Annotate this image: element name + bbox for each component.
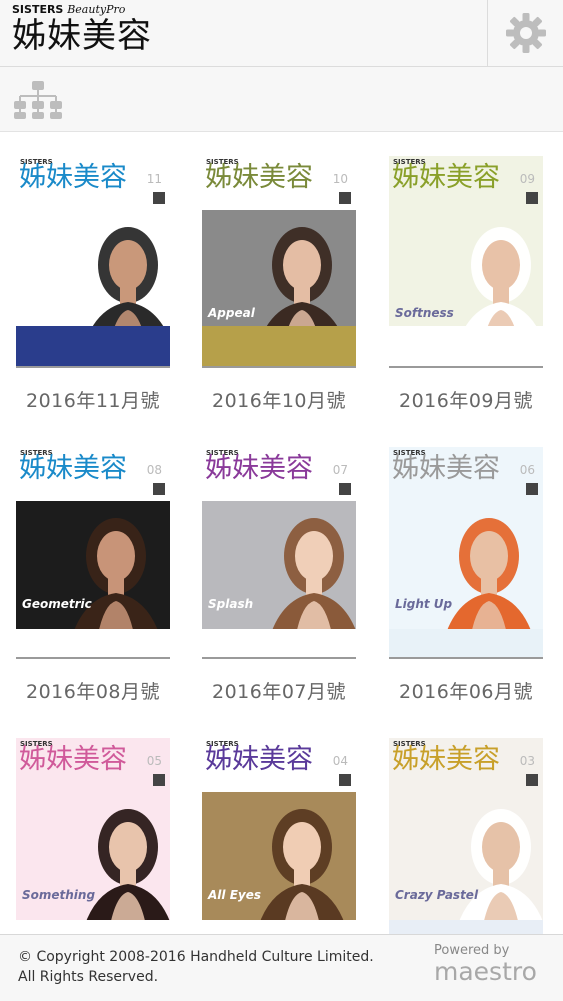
cover-issue-number: 10 — [332, 172, 348, 186]
issue-item[interactable]: SISTERS 姊妹美容 05 Something — [14, 738, 172, 934]
cover-issue-number: 05 — [146, 754, 162, 768]
cover-brand: 姊妹美容 — [205, 453, 313, 484]
cover-issue-number: 03 — [519, 754, 535, 768]
issue-item[interactable]: SISTERS 姊妹美容 08 Geometric 2016年08月號 — [14, 447, 172, 704]
qr-code-icon — [339, 192, 351, 204]
qr-code-icon — [153, 192, 165, 204]
issue-item[interactable]: SISTERS 姊妹美容 07 Splash 2016年07月號 — [200, 447, 358, 704]
app-footer: © Copyright 2008-2016 Handheld Culture L… — [0, 934, 563, 1001]
issue-item[interactable]: SISTERS 姊妹美容 10 Appeal 2016年10月號 — [200, 156, 358, 413]
cover-ad-strip — [16, 326, 170, 366]
cover-masthead: SISTERS 姊妹美容 11 — [16, 156, 170, 210]
issue-item[interactable]: SISTERS 姊妹美容 11 Reboot 2016年11月號 — [14, 156, 172, 413]
cover-ad-strip — [389, 920, 543, 934]
cover-brand: 姊妹美容 — [392, 744, 500, 775]
issue-label[interactable]: 2016年08月號 — [14, 677, 172, 704]
magazine-cover[interactable]: SISTERS 姊妹美容 11 Reboot — [16, 156, 170, 366]
cover-headline: Splash — [208, 597, 254, 611]
cover-masthead: SISTERS 姊妹美容 07 — [202, 447, 356, 501]
magazine-cover[interactable]: SISTERS 姊妹美容 07 Splash — [202, 447, 356, 657]
cover-issue-number: 04 — [332, 754, 348, 768]
copyright-line-2: All Rights Reserved. — [18, 969, 159, 985]
magazine-cover[interactable]: SISTERS 姊妹美容 04 All Eyes — [202, 738, 356, 934]
issue-label[interactable]: 2016年06月號 — [387, 677, 545, 704]
cover-ad-strip — [389, 629, 543, 657]
cover-headline: Appeal — [208, 306, 255, 320]
issue-item[interactable]: SISTERS 姊妹美容 09 Softness 2016年09月號 — [387, 156, 545, 413]
maestro-logo: maestro — [434, 957, 537, 986]
qr-code-icon — [339, 483, 351, 495]
cover-masthead: SISTERS 姊妹美容 05 — [16, 738, 170, 792]
qr-code-icon — [526, 192, 538, 204]
cover-masthead: SISTERS 姊妹美容 06 — [389, 447, 543, 501]
cover-model — [441, 792, 543, 934]
cover-brand: 姊妹美容 — [19, 744, 127, 775]
cover-brand: 姊妹美容 — [205, 162, 313, 193]
cover-masthead: SISTERS 姊妹美容 04 — [202, 738, 356, 792]
cover-masthead: SISTERS 姊妹美容 10 — [202, 156, 356, 210]
cover-brand: 姊妹美容 — [205, 744, 313, 775]
cover-issue-number: 11 — [146, 172, 162, 186]
cover-ad-strip — [202, 326, 356, 366]
qr-code-icon — [153, 483, 165, 495]
cover-brand: 姊妹美容 — [392, 162, 500, 193]
settings-button[interactable] — [487, 0, 563, 66]
qr-code-icon — [339, 774, 351, 786]
cover-masthead: SISTERS 姊妹美容 08 — [16, 447, 170, 501]
cover-headline: Softness — [395, 306, 454, 320]
magazine-cover[interactable]: SISTERS 姊妹美容 06 Light Up — [389, 447, 543, 657]
cover-masthead: SISTERS 姊妹美容 09 — [389, 156, 543, 210]
logo-english: SISTERS BeautyPro — [12, 3, 126, 16]
issue-label[interactable]: 2016年10月號 — [200, 386, 358, 413]
powered-by-label: Powered by — [434, 943, 510, 958]
cover-brand: 姊妹美容 — [19, 162, 127, 193]
cover-ad-strip — [202, 920, 356, 934]
cover-headline: Light Up — [395, 597, 453, 611]
issue-label[interactable]: 2016年11月號 — [14, 386, 172, 413]
copyright-line-1: © Copyright 2008-2016 Handheld Culture L… — [18, 949, 374, 965]
issue-label[interactable]: 2016年07月號 — [200, 677, 358, 704]
issue-item[interactable]: SISTERS 姊妹美容 03 Crazy Pastel — [387, 738, 545, 934]
cover-ad-strip — [16, 920, 170, 934]
cover-issue-number: 09 — [519, 172, 535, 186]
app-header: SISTERS BeautyPro 姊妹美容 — [0, 0, 563, 67]
cover-brand: 姊妹美容 — [19, 453, 127, 484]
qr-code-icon — [526, 774, 538, 786]
cover-headline: Reboot — [22, 306, 70, 320]
cover-issue-number: 07 — [332, 463, 348, 477]
gear-icon — [505, 13, 546, 53]
issue-grid: SISTERS 姊妹美容 11 Reboot 2016年11月號 SISTERS 姊妹美容 1… — [0, 132, 563, 934]
issue-item[interactable]: SISTERS 姊妹美容 06 Light Up 2016年06月號 — [387, 447, 545, 704]
qr-code-icon — [526, 483, 538, 495]
magazine-cover[interactable]: SISTERS 姊妹美容 05 Something — [16, 738, 170, 934]
magazine-cover[interactable]: SISTERS 姊妹美容 08 Geometric — [16, 447, 170, 657]
magazine-cover[interactable]: SISTERS 姊妹美容 10 Appeal — [202, 156, 356, 366]
cover-headline: All Eyes — [208, 888, 261, 902]
cover-ad-strip — [16, 629, 170, 657]
cover-ad-strip — [389, 326, 543, 366]
cover-model — [68, 792, 170, 934]
magazine-cover[interactable]: SISTERS 姊妹美容 09 Softness — [389, 156, 543, 366]
cover-headline: Crazy Pastel — [395, 888, 479, 902]
issue-item[interactable]: SISTERS 姊妹美容 04 All Eyes — [200, 738, 358, 934]
toolbar — [0, 67, 563, 132]
copyright-text: © Copyright 2008-2016 Handheld Culture L… — [18, 947, 374, 987]
cover-model — [242, 792, 356, 934]
cover-masthead: SISTERS 姊妹美容 03 — [389, 738, 543, 792]
cover-brand: 姊妹美容 — [392, 453, 500, 484]
cover-issue-number: 08 — [146, 463, 162, 477]
sitemap-icon — [14, 81, 62, 119]
logo-chinese: 姊妹美容 — [12, 16, 152, 56]
cover-headline: Geometric — [22, 597, 92, 611]
cover-issue-number: 06 — [519, 463, 535, 477]
issue-label[interactable]: 2016年09月號 — [387, 386, 545, 413]
qr-code-icon — [153, 774, 165, 786]
powered-by-maestro[interactable]: Powered by maestro — [434, 943, 537, 985]
cover-headline: Something — [22, 888, 96, 902]
cover-ad-strip — [202, 629, 356, 657]
magazine-cover[interactable]: SISTERS 姊妹美容 03 Crazy Pastel — [389, 738, 543, 934]
sitemap-button[interactable] — [10, 79, 66, 121]
app-logo: SISTERS BeautyPro 姊妹美容 — [12, 3, 152, 57]
